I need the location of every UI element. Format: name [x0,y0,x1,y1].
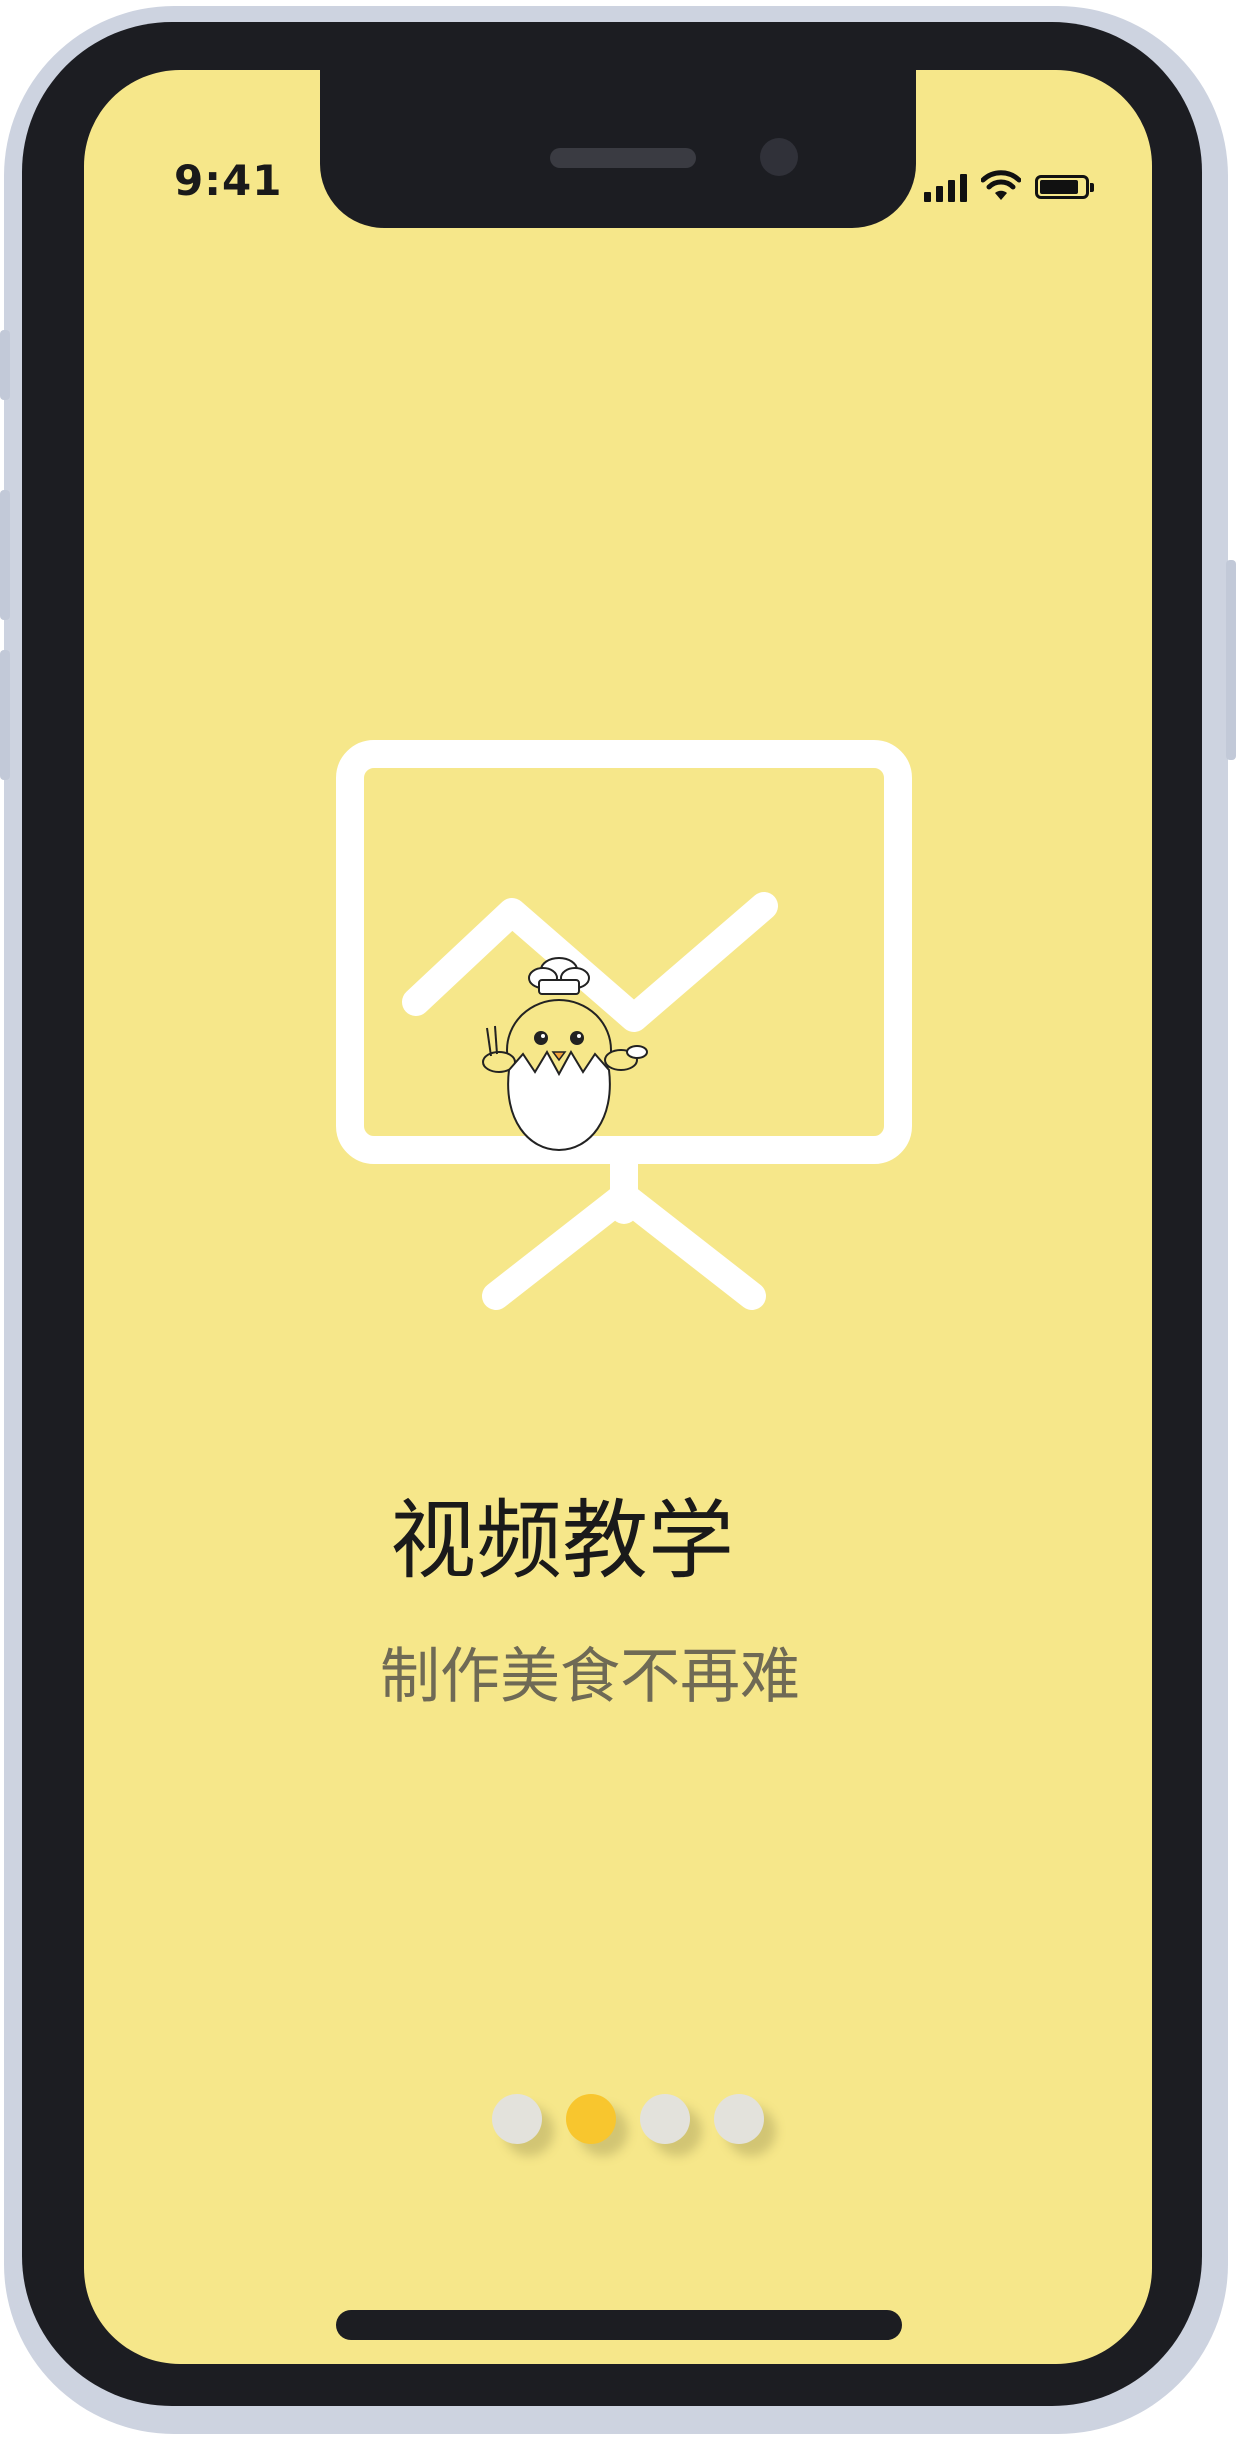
volume-down-button [0,650,10,780]
device-frame: 9:41 视频教学 制作美食不再难 [0,0,1241,2444]
onboarding-title: 视频教学 [390,1491,734,1591]
home-indicator[interactable] [336,2310,902,2340]
notch [320,70,916,228]
battery-icon [1035,175,1094,199]
wifi-icon [981,170,1021,200]
power-button [1226,560,1236,760]
page-dot-4[interactable] [714,2094,764,2144]
page-dot-1[interactable] [492,2094,542,2144]
front-camera [760,138,798,176]
page-dot-2-active[interactable] [566,2094,616,2144]
mute-switch [0,330,10,400]
page-dot-3[interactable] [640,2094,690,2144]
onboarding-subtitle: 制作美食不再难 [380,1642,800,1712]
speaker-grille [550,148,696,168]
page-indicator[interactable] [492,2094,764,2144]
volume-up-button [0,490,10,620]
status-icons [924,162,1094,202]
cellular-signal-icon [924,172,967,202]
status-time: 9:41 [174,156,283,205]
onboarding-screen[interactable]: 9:41 视频教学 制作美食不再难 [84,70,1152,2364]
chick-chef-mascot [482,957,648,1152]
